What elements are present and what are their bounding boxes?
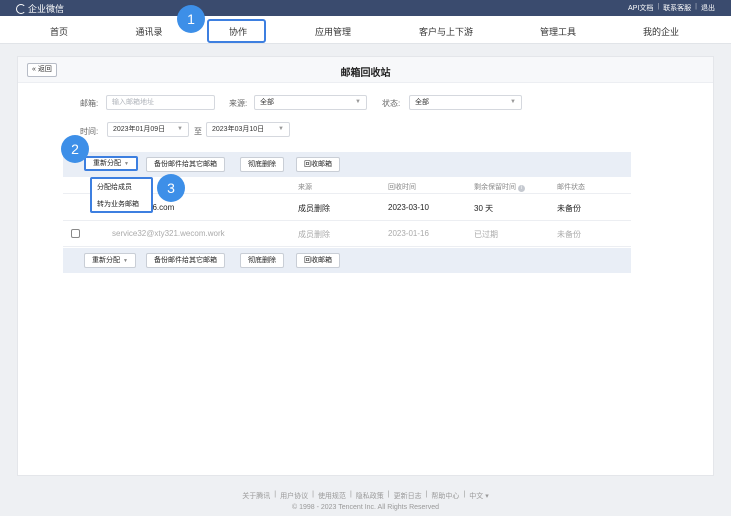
chevron-down-icon: ▼ (278, 126, 284, 132)
chevron-down-icon: ▼ (355, 99, 361, 105)
info-icon[interactable]: i (517, 185, 525, 192)
backup-mail-button[interactable]: 备份邮件给其它邮箱 (146, 157, 225, 172)
language-switcher[interactable]: 中文 ▾ (469, 491, 488, 501)
reassign-dropdown-menu: 分配给成员 转为业务邮箱 (90, 177, 153, 213)
brand-logo[interactable]: 企业微信 (16, 2, 64, 15)
reassign-dropdown-button[interactable]: 重新分配 ▼ (84, 156, 138, 171)
row-remaining: 已过期 (474, 230, 498, 239)
menu-item-assign-to-member[interactable]: 分配给成员 (97, 182, 132, 192)
main-nav: 首页 通讯录 协作 应用管理 客户与上下游 管理工具 我的企业 (0, 16, 731, 44)
brand-name: 企业微信 (28, 4, 65, 14)
col-recycle-time: 回收时间 (388, 184, 416, 191)
step-badge-2: 2 (61, 135, 89, 163)
row-source: 成员删除 (298, 204, 330, 213)
chevron-down-icon: ▼ (123, 258, 128, 264)
nav-app-management[interactable]: 应用管理 (315, 25, 351, 38)
date-from-value: 2023年01月09日 (113, 126, 166, 133)
contact-support-link[interactable]: 联系客服 (663, 3, 691, 13)
row-status: 未备份 (557, 230, 581, 239)
row-email: service32@xty321.wecom.work (112, 229, 225, 238)
menu-item-convert-to-business-mailbox[interactable]: 转为业务邮箱 (97, 199, 139, 209)
wecom-logo-icon (16, 3, 26, 14)
nav-management-tools[interactable]: 管理工具 (540, 25, 576, 38)
col-mail-status: 邮件状态 (557, 184, 585, 191)
copyright: © 1998 - 2023 Tencent Inc. All Rights Re… (291, 504, 440, 511)
row-time: 2023-03-10 (388, 203, 429, 212)
nav-contacts[interactable]: 通讯录 (135, 25, 162, 38)
source-select[interactable]: 全部 ▼ (254, 95, 367, 110)
action-toolbar-top: 重新分配 ▼ 备份邮件给其它邮箱 彻底删除 回收邮箱 (63, 152, 631, 177)
permanent-delete-button[interactable]: 彻底删除 (240, 157, 284, 172)
row-source: 成员删除 (298, 230, 330, 239)
chevron-down-icon: ▼ (510, 99, 516, 105)
date-to-value: 2023年03月10日 (212, 126, 265, 133)
source-label: 来源: (229, 99, 248, 108)
nav-customers[interactable]: 客户与上下游 (419, 25, 473, 38)
email-label: 邮箱: (80, 99, 99, 108)
date-to-picker[interactable]: 2023年03月10日 ▼ (206, 122, 290, 137)
top-bar: 企业微信 API文档 | 联系客服 | 退出 (0, 0, 731, 16)
action-toolbar-bottom: 重新分配 ▼ 备份邮件给其它邮箱 彻底删除 回收邮箱 (63, 248, 631, 273)
status-select-value: 全部 (415, 99, 429, 106)
status-label: 状态: (382, 99, 401, 108)
api-docs-link[interactable]: API文档 (628, 3, 653, 13)
source-select-value: 全部 (260, 99, 274, 106)
card-header: « 返回 邮箱回收站 (18, 57, 713, 83)
col-remaining-time: 剩余保留时间 i (474, 182, 525, 192)
page-title: 邮箱回收站 (340, 68, 391, 79)
status-select[interactable]: 全部 ▼ (409, 95, 522, 110)
separator: | (695, 3, 697, 10)
footer-help-link[interactable]: 帮助中心 (431, 491, 459, 501)
separator: | (657, 3, 660, 10)
step-badge-1: 1 (177, 5, 205, 33)
chevron-down-icon: ▼ (177, 126, 183, 132)
footer-links: 关于腾讯 | 用户协议 | 使用规范 | 隐私政策 | 更新日志 | 帮助中心 | 中文 ▾ (242, 491, 489, 501)
footer: 关于腾讯 | 用户协议 | 使用规范 | 隐私政策 | 更新日志 | 帮助中心 | 中文 ▾… (0, 491, 731, 511)
col-source: 来源 (298, 184, 312, 191)
footer-terms-link[interactable]: 用户协议 (280, 491, 308, 501)
time-label: 时间: (80, 127, 99, 136)
date-from-picker[interactable]: 2023年01月09日 ▼ (107, 122, 189, 137)
top-links: API文档 | 联系客服 | 退出 (628, 3, 715, 13)
recycle-mailbox-button[interactable]: 回收邮箱 (296, 157, 340, 172)
row-remaining: 30 天 (474, 204, 494, 213)
step-badge-3: 3 (157, 174, 185, 202)
row-checkbox[interactable] (71, 229, 80, 238)
nav-home[interactable]: 首页 (50, 25, 68, 38)
row-time: 2023-01-16 (388, 229, 429, 238)
footer-usage-link[interactable]: 使用规范 (318, 491, 346, 501)
permanent-delete-button-bottom[interactable]: 彻底删除 (240, 253, 284, 268)
email-search-input[interactable]: 输入邮箱地址 (106, 95, 215, 110)
footer-privacy-link[interactable]: 隐私政策 (356, 491, 384, 501)
date-to-label: 至 (194, 127, 202, 136)
row-status: 未备份 (557, 204, 581, 213)
reassign-label: 重新分配 (92, 257, 120, 264)
footer-changelog-link[interactable]: 更新日志 (394, 491, 422, 501)
reassign-label: 重新分配 (93, 160, 121, 167)
footer-about-link[interactable]: 关于腾讯 (242, 491, 270, 501)
reassign-dropdown-button-bottom[interactable]: 重新分配 ▼ (84, 253, 136, 268)
nav-my-enterprise[interactable]: 我的企业 (643, 25, 679, 38)
nav-highlight-box (207, 19, 266, 43)
backup-mail-button-bottom[interactable]: 备份邮件给其它邮箱 (146, 253, 225, 268)
chevron-down-icon: ▼ (124, 161, 129, 167)
logout-link[interactable]: 退出 (701, 3, 715, 13)
table-row[interactable]: service32@xty321.wecom.work 成员删除 2023-01… (63, 221, 631, 247)
recycle-mailbox-button-bottom[interactable]: 回收邮箱 (296, 253, 340, 268)
